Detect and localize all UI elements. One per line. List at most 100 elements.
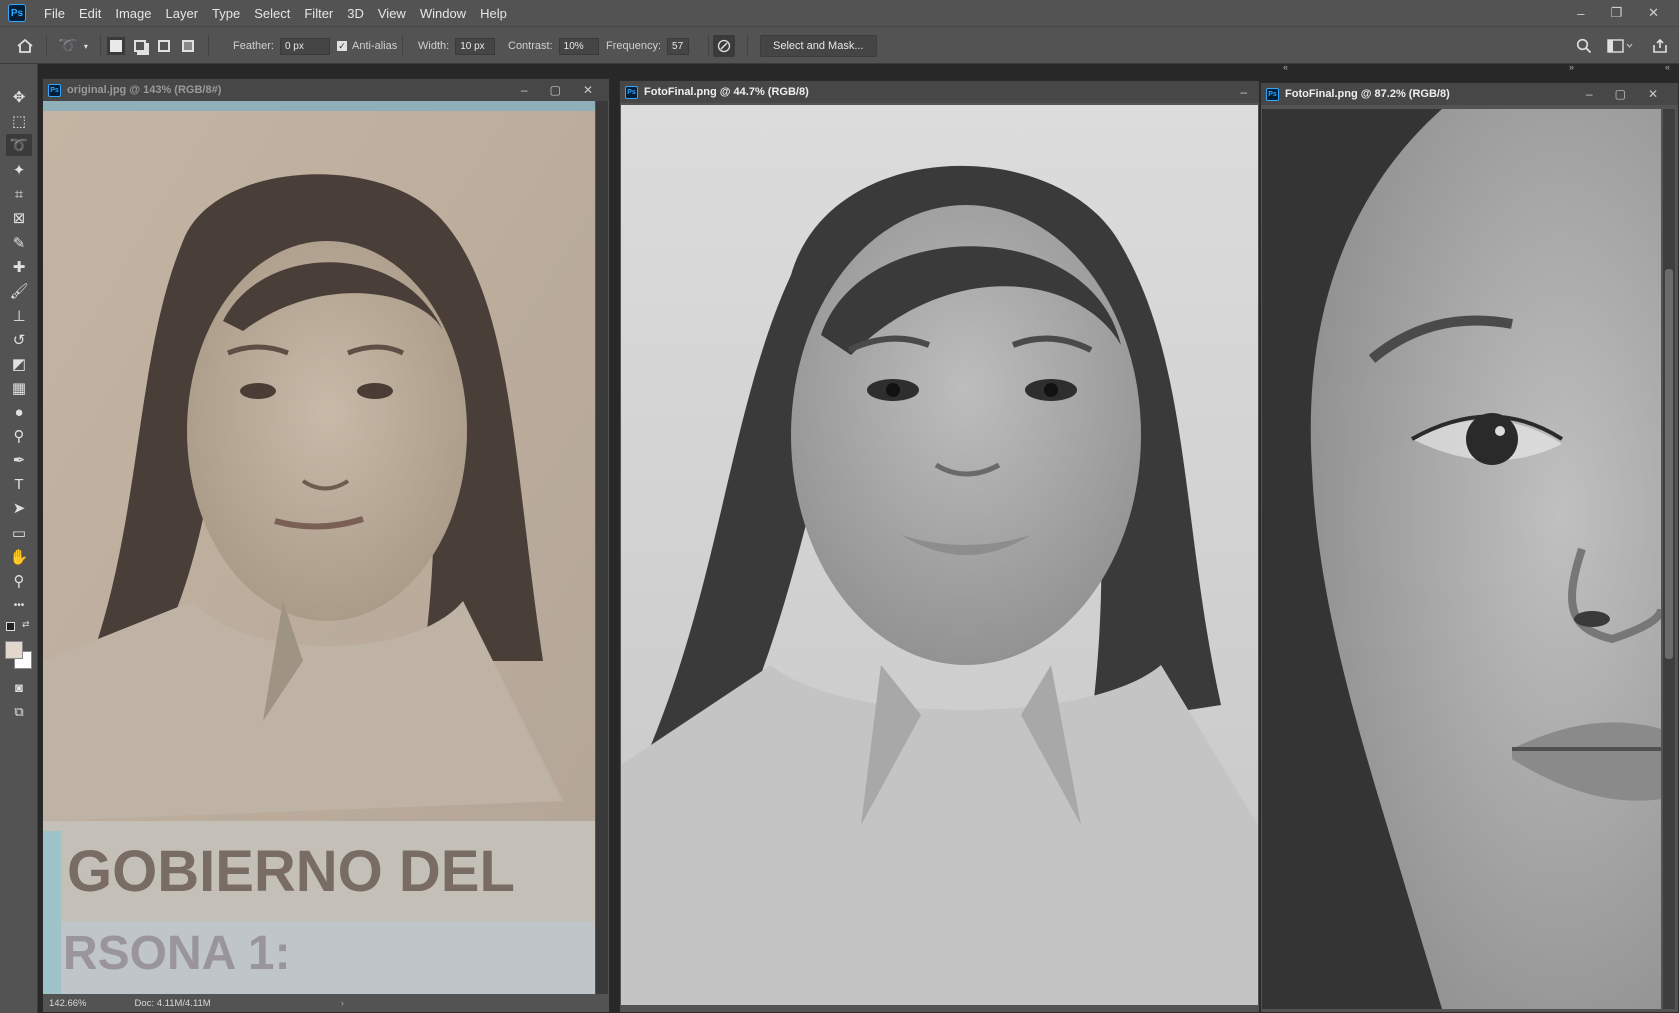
menu-edit[interactable]: Edit [79,6,101,21]
intersect-selection-icon[interactable] [182,40,194,52]
path-selection-tool-icon[interactable]: ➤ [6,497,32,519]
menu-type[interactable]: Type [212,6,240,21]
move-tool-icon[interactable]: ✥ [6,86,32,108]
document-window-final-44: Ps FotoFinal.png @ 44.7% (RGB/8) – [619,80,1260,1013]
menu-window[interactable]: Window [420,6,466,21]
magnetic-lasso-icon[interactable]: ➰ ▾ [58,27,88,65]
document-title: FotoFinal.png @ 87.2% (RGB/8) [1285,88,1450,100]
menu-help[interactable]: Help [480,6,507,21]
hand-tool-icon[interactable]: ✋ [6,546,32,568]
lasso-tool-icon[interactable]: ➰ [6,134,32,156]
antialias-control[interactable]: ✓ Anti-alias [337,27,397,65]
window-controls: – ❐ ✕ [1577,0,1659,26]
new-selection-icon[interactable] [107,37,125,55]
select-and-mask-button[interactable]: Select and Mask... [760,35,877,57]
document-tab-final-44[interactable]: Ps FotoFinal.png @ 44.7% (RGB/8) – [620,81,1259,103]
history-brush-tool-icon[interactable]: ↺ [6,329,32,351]
search-icon[interactable] [1576,27,1592,65]
share-icon[interactable] [1652,27,1668,65]
photoshop-logo-icon: Ps [8,4,26,22]
panel-collapse-strip: » « » « [0,62,1679,76]
zoom-level[interactable]: 142.66% [49,998,87,1009]
restore-icon[interactable]: ❐ [1610,5,1622,21]
doc-maximize-icon[interactable]: ▢ [550,83,561,97]
select-and-mask-container: Select and Mask... [760,27,877,65]
workspace-icon[interactable] [1607,27,1633,65]
antialias-label: Anti-alias [352,40,398,52]
document-title: original.jpg @ 143% (RGB/8#) [67,84,222,96]
antialias-checkbox[interactable]: ✓ [337,41,347,51]
frequency-input[interactable]: 57 [667,37,690,55]
healing-tool-icon[interactable]: ✚ [6,256,32,278]
width-label: Width: [418,40,450,52]
menu-layer[interactable]: Layer [166,6,199,21]
home-icon[interactable] [16,27,34,65]
minimize-icon[interactable]: – [1577,6,1584,21]
gradient-tool-icon[interactable]: ▦ [6,377,32,399]
scrollbar-thumb[interactable] [1665,269,1673,659]
canvas-final-44[interactable] [621,105,1258,1005]
contrast-control: Contrast: 10% [508,27,599,65]
expand-panels-icon[interactable]: « [1665,62,1670,72]
document-size: Doc: 4.11M/4.11M [134,997,211,1009]
menu-3d[interactable]: 3D [347,6,364,21]
vertical-scrollbar[interactable] [1663,109,1675,1009]
pen-tool-icon[interactable]: ✒ [6,449,32,471]
stamp-text-gobierno: GOBIERNO DEL [67,839,515,904]
frame-tool-icon[interactable]: ⊠ [6,207,32,229]
frequency-control: Frequency: 57 [606,27,690,65]
screen-mode-icon[interactable]: ⧉ [6,701,32,723]
retouched-photo-zoomed-image [1262,109,1661,1009]
eraser-tool-icon[interactable]: ◩ [6,353,32,375]
doc-maximize-icon[interactable]: ▢ [1615,87,1626,101]
blur-tool-icon[interactable]: ● [6,401,32,423]
contrast-input[interactable]: 10% [558,37,599,55]
doc-close-icon[interactable]: ✕ [1648,87,1658,101]
ps-file-icon: Ps [48,83,61,97]
document-title: FotoFinal.png @ 44.7% (RGB/8) [644,86,809,98]
doc-minimize-icon[interactable]: – [1240,85,1247,99]
foreground-color-swatch[interactable] [5,641,23,659]
doc-minimize-icon[interactable]: – [521,83,528,97]
menu-view[interactable]: View [378,6,406,21]
magic-wand-tool-icon[interactable]: ✦ [6,159,32,181]
stamp-tool-icon[interactable]: ⊥ [6,305,32,327]
canvas-original[interactable]: GOBIERNO DEL RSONA 1: [43,101,595,995]
menu-file[interactable]: File [44,6,65,21]
ps-file-icon: Ps [1266,87,1279,101]
stamp-text-persona: RSONA 1: [63,927,291,980]
doc-minimize-icon[interactable]: – [1586,87,1593,101]
collapse-left-icon[interactable]: « [1283,62,1288,72]
collapse-right-icon[interactable]: » [1569,62,1574,72]
pen-pressure-icon[interactable] [713,27,735,65]
menu-select[interactable]: Select [254,6,290,21]
feather-input[interactable]: 0 px [279,37,330,55]
document-tab-original[interactable]: Ps original.jpg @ 143% (RGB/8#) – ▢ ✕ [43,79,609,101]
retouched-photo-image [621,105,1258,1005]
document-tab-final-87[interactable]: Ps FotoFinal.png @ 87.2% (RGB/8) – ▢ ✕ [1261,83,1678,105]
menu-filter[interactable]: Filter [304,6,333,21]
selection-mode-group [107,27,194,65]
zoom-tool-icon[interactable]: ⚲ [6,570,32,592]
doc-close-icon[interactable]: ✕ [583,83,593,97]
width-input[interactable]: 10 px [455,37,496,55]
ps-file-icon: Ps [625,85,638,99]
subtract-selection-icon[interactable] [158,40,170,52]
quick-mask-icon[interactable]: ◙ [6,676,32,698]
type-tool-icon[interactable]: T [6,473,32,495]
more-tools-icon[interactable]: ••• [6,594,32,616]
menu-bar: Ps File Edit Image Layer Type Select Fil… [0,0,1679,26]
status-expand-icon[interactable]: › [341,998,344,1009]
vertical-scrollbar[interactable] [596,101,608,995]
eyedropper-tool-icon[interactable]: ✎ [6,232,32,254]
swap-colors-icon[interactable]: ⇄ [6,619,32,632]
brush-tool-icon[interactable]: 🖌 [6,280,32,302]
dodge-tool-icon[interactable]: ⚲ [6,425,32,447]
marquee-tool-icon[interactable]: ⬚ [6,110,32,132]
add-selection-icon[interactable] [134,40,146,52]
menu-image[interactable]: Image [115,6,151,21]
canvas-final-87[interactable] [1262,109,1661,1009]
rectangle-tool-icon[interactable]: ▭ [6,522,32,544]
crop-tool-icon[interactable]: ⌗ [6,183,32,205]
close-icon[interactable]: ✕ [1648,5,1659,21]
